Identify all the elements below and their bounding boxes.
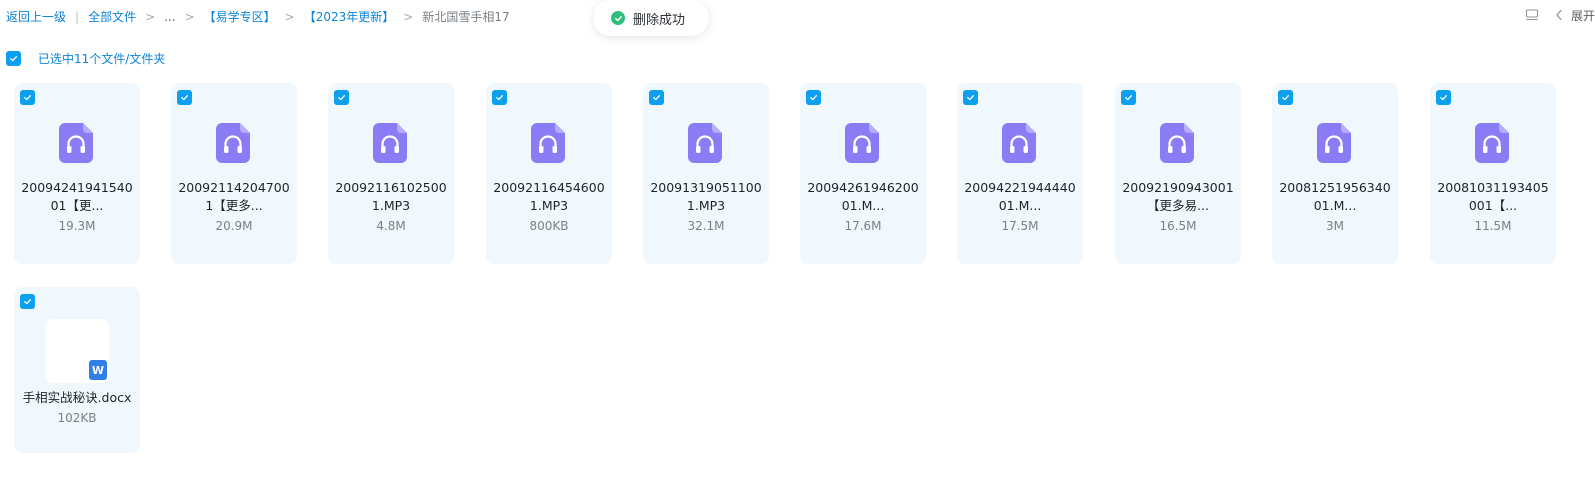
file-name: 20092190943001 【更多易...: [1121, 179, 1235, 215]
audio-file-icon: [531, 123, 565, 163]
file-card[interactable]: 20092116102500 1.MP3 4.8M: [328, 83, 454, 264]
audio-file-icon: [216, 123, 250, 163]
breadcrumb: 返回上一级 | 全部文件 > ... > 【易学专区】 > 【2023年更新】 …: [6, 8, 510, 25]
file-name-line-2: 1.MP3: [529, 198, 569, 213]
file-name-line-2: 【更多易...: [1147, 198, 1209, 213]
file-name: 20094221944440 01.M...: [963, 179, 1077, 215]
file-name-line-2: 001【...: [1468, 198, 1518, 213]
breadcrumb-current: 新北国雪手相17: [422, 10, 510, 24]
file-card[interactable]: 20081251956340 01.M... 3M: [1272, 83, 1398, 264]
top-bar: 返回上一级 | 全部文件 > ... > 【易学专区】 > 【2023年更新】 …: [0, 0, 1595, 36]
file-name-line-2: 01.M...: [1313, 198, 1357, 213]
file-name: 20092116454600 1.MP3: [492, 179, 606, 215]
file-checkbox[interactable]: [1121, 90, 1136, 105]
file-size: 19.3M: [58, 219, 96, 233]
file-card[interactable]: 20081031193405 001【... 11.5M: [1430, 83, 1556, 264]
file-name: 20094241941540 01【更...: [20, 179, 134, 215]
file-name-line-2: 1【更多...: [205, 198, 263, 213]
breadcrumb-chevron-icon: >: [184, 9, 195, 24]
file-name-line-1: 20092190943001: [1122, 180, 1234, 195]
file-checkbox[interactable]: [20, 294, 35, 309]
toast-text: 删除成功: [633, 12, 686, 28]
file-size: 800KB: [529, 219, 569, 233]
file-checkbox[interactable]: [963, 90, 978, 105]
file-name-line-1: 20092116102500: [335, 180, 447, 195]
file-card[interactable]: 20094221944440 01.M... 17.5M: [957, 83, 1083, 264]
file-checkbox[interactable]: [649, 90, 664, 105]
layout-toggle-icon[interactable]: [1525, 8, 1539, 22]
file-name-line-2: 01【更...: [50, 198, 104, 213]
audio-file-icon: [1160, 123, 1194, 163]
file-card[interactable]: 20094241941540 01【更... 19.3M: [14, 83, 140, 264]
file-name-line-1: 20092116454600: [493, 180, 605, 195]
file-name-line-2: 01.M...: [998, 198, 1042, 213]
file-name: 20081251956340 01.M...: [1278, 179, 1392, 215]
file-card[interactable]: 20091319051100 1.MP3 32.1M: [643, 83, 769, 264]
file-size: 17.6M: [844, 219, 882, 233]
audio-file-icon: [1475, 123, 1509, 163]
file-name: 20092116102500 1.MP3: [334, 179, 448, 215]
file-size: 3M: [1326, 219, 1344, 233]
breadcrumb-item-yixue[interactable]: 【易学专区】: [204, 8, 276, 25]
audio-file-icon: [373, 123, 407, 163]
breadcrumb-divider: |: [75, 9, 80, 24]
breadcrumb-item-ellipsis[interactable]: ...: [164, 10, 175, 24]
audio-file-icon: [845, 123, 879, 163]
file-checkbox[interactable]: [1436, 90, 1451, 105]
file-card[interactable]: 20092190943001 【更多易... 16.5M: [1115, 83, 1241, 264]
check-circle-icon: [611, 11, 625, 25]
file-checkbox[interactable]: [177, 90, 192, 105]
file-name-line-2: 1.MP3: [686, 198, 726, 213]
file-size: 102KB: [57, 411, 97, 425]
breadcrumb-chevron-icon: >: [145, 9, 156, 24]
audio-file-icon: [59, 123, 93, 163]
selection-bar: 已选中11个文件/文件夹: [6, 50, 165, 66]
file-checkbox[interactable]: [806, 90, 821, 105]
file-card[interactable]: 20092114204700 1【更多... 20.9M: [171, 83, 297, 264]
file-name: 20091319051100 1.MP3: [649, 179, 763, 215]
toast-notification: 删除成功: [593, 0, 709, 36]
file-name-line-1: 20094221944440: [964, 180, 1076, 195]
file-name-line-1: 20094261946200: [807, 180, 919, 195]
file-name: 20081031193405 001【...: [1436, 179, 1550, 215]
file-card[interactable]: 20094261946200 01.M... 17.6M: [800, 83, 926, 264]
file-name-line-1: 20091319051100: [650, 180, 762, 195]
file-size: 4.8M: [376, 219, 406, 233]
select-all-checkbox[interactable]: [6, 50, 21, 66]
file-checkbox[interactable]: [492, 90, 507, 105]
file-name-line-1: 20092114204700: [178, 180, 290, 195]
file-size: 16.5M: [1159, 219, 1197, 233]
audio-file-icon: [1317, 123, 1351, 163]
file-name: 20092114204700 1【更多...: [177, 179, 291, 215]
file-checkbox[interactable]: [1278, 90, 1293, 105]
file-name: 20094261946200 01.M...: [806, 179, 920, 215]
file-card[interactable]: 20092116454600 1.MP3 800KB: [486, 83, 612, 264]
file-size: 32.1M: [687, 219, 725, 233]
selection-count: 已选中11个文件/文件夹: [38, 51, 166, 66]
file-name: 手相实战秘诀.docx: [22, 390, 132, 405]
file-size: 20.9M: [215, 219, 253, 233]
word-doc-icon: W: [89, 360, 107, 380]
breadcrumb-item-all-files[interactable]: 全部文件: [88, 8, 136, 25]
audio-file-icon: [688, 123, 722, 163]
file-name-line-1: 20094241941540: [21, 180, 133, 195]
file-checkbox[interactable]: [334, 90, 349, 105]
file-size: 17.5M: [1001, 219, 1039, 233]
breadcrumb-chevron-icon: >: [403, 9, 414, 24]
file-name-line-2: 01.M...: [841, 198, 885, 213]
file-name-line-1: 20081251956340: [1279, 180, 1391, 195]
back-link[interactable]: 返回上一级: [6, 8, 66, 25]
audio-file-icon: [1002, 123, 1036, 163]
file-size: 11.5M: [1474, 219, 1512, 233]
file-card-docx[interactable]: W 手相实战秘诀.docx 102KB: [14, 287, 140, 453]
breadcrumb-item-2023[interactable]: 【2023年更新】: [304, 8, 395, 25]
file-name-line-1: 20081031193405: [1437, 180, 1549, 195]
breadcrumb-chevron-icon: >: [284, 9, 295, 24]
chevron-left-icon[interactable]: [1553, 8, 1565, 22]
file-name-line-2: 1.MP3: [371, 198, 411, 213]
expand-button[interactable]: 展开: [1571, 7, 1595, 24]
top-right-controls: 展开: [1525, 6, 1595, 24]
file-checkbox[interactable]: [20, 90, 35, 105]
